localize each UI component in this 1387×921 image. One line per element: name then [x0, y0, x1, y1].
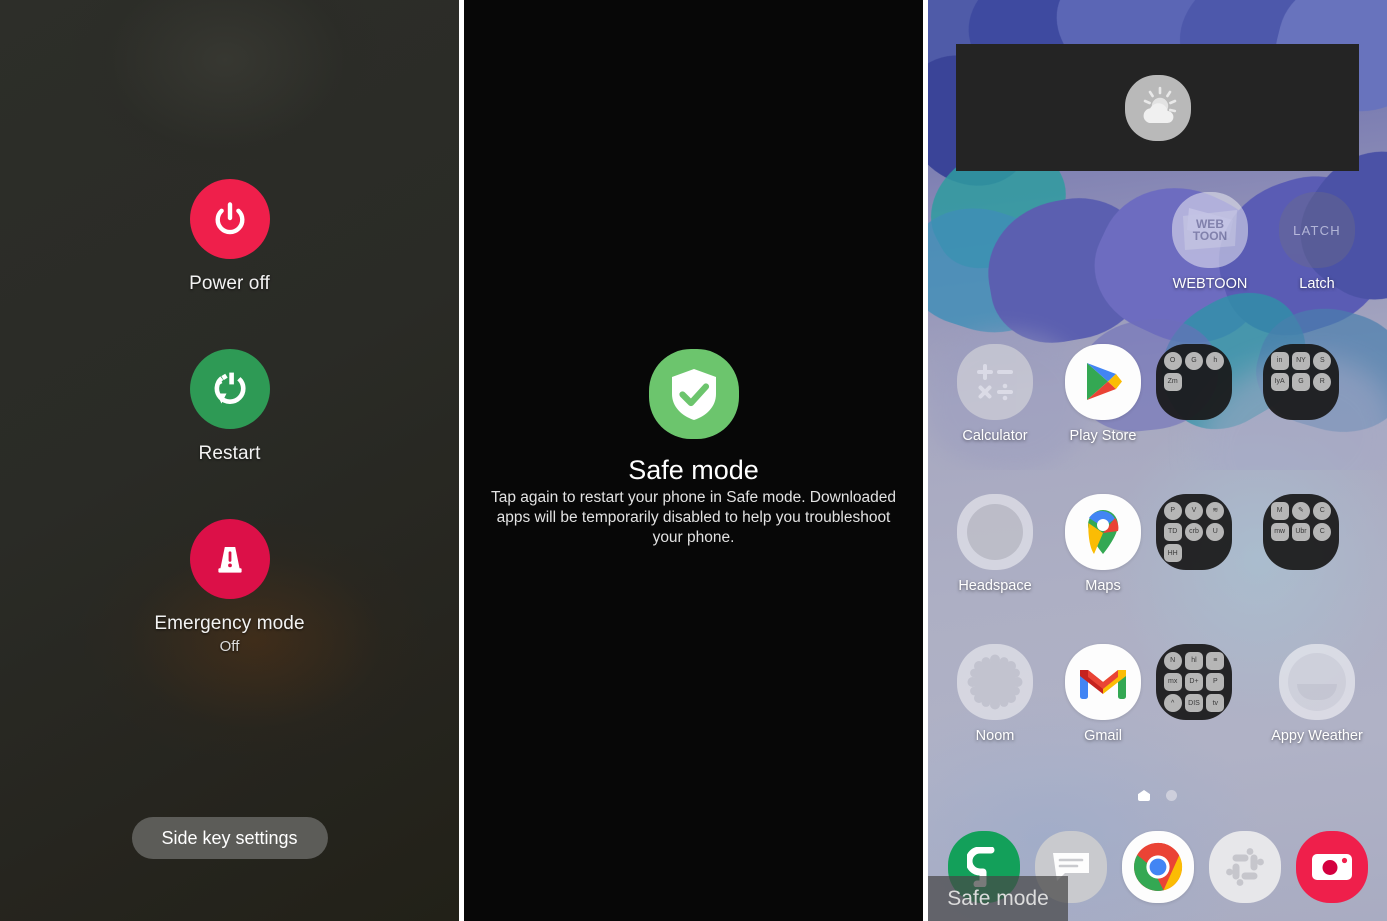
mini-app: U — [1206, 522, 1225, 541]
weather-widget[interactable] — [956, 44, 1359, 171]
mini-app: S — [1313, 351, 1332, 370]
side-key-settings-button[interactable]: Side key settings — [131, 817, 328, 859]
emergency-mode-option[interactable]: Emergency mode Off — [0, 519, 459, 655]
mini-app: N — [1163, 651, 1182, 670]
mini-app: hl — [1184, 651, 1203, 670]
chrome-icon[interactable] — [1121, 831, 1194, 903]
folder-row3-b[interactable]: M ✎ C mw Ubr C — [1263, 494, 1371, 570]
app-label: Maps — [1085, 578, 1121, 594]
app-maps[interactable]: Maps — [1049, 494, 1157, 594]
app-label: Gmail — [1084, 728, 1122, 744]
appy-weather-icon — [1279, 644, 1355, 720]
mini-app: TD — [1163, 522, 1182, 541]
mini-app: O — [1163, 351, 1182, 370]
app-headspace[interactable]: Headspace — [941, 494, 1049, 594]
noom-icon — [957, 644, 1033, 720]
power-icon — [189, 179, 270, 259]
mini-app: h — [1206, 351, 1225, 370]
app-label: Appy Weather — [1271, 728, 1363, 744]
headspace-icon — [957, 494, 1033, 570]
folder-icon: M ✎ C mw Ubr C — [1263, 494, 1339, 570]
mini-app: mx — [1163, 672, 1182, 691]
mini-app: Zm — [1163, 372, 1182, 391]
page-dot[interactable] — [1166, 790, 1177, 801]
webtoon-icon: WEB TOON — [1172, 192, 1248, 268]
latch-icon: LATCH — [1279, 192, 1355, 268]
restart-option[interactable]: Restart — [0, 349, 459, 465]
mini-app: NY — [1291, 351, 1310, 370]
camera-icon[interactable] — [1295, 831, 1368, 903]
mini-app: Ubr — [1291, 522, 1310, 541]
mini-app: tv — [1206, 694, 1225, 713]
folder-row3-a[interactable]: P V ≋ TD crb U HH — [1156, 494, 1264, 570]
emergency-beacon-icon — [189, 519, 270, 599]
mini-app: DIS — [1184, 694, 1203, 713]
calculator-icon — [957, 344, 1033, 420]
safe-mode-description: Tap again to restart your phone in Safe … — [491, 489, 896, 546]
mini-app: ≋ — [1206, 501, 1225, 520]
mini-app: P — [1206, 672, 1225, 691]
app-calculator[interactable]: Calculator — [941, 344, 1049, 444]
power-off-label: Power off — [189, 273, 270, 294]
mini-app: crb — [1184, 522, 1203, 541]
mini-app: G — [1291, 372, 1310, 391]
status-badge: Safe mode — [928, 876, 1068, 921]
app-latch[interactable]: LATCH Latch — [1263, 192, 1371, 292]
mini-app: M — [1270, 501, 1289, 520]
app-play-store[interactable]: Play Store — [1049, 344, 1157, 444]
mini-app: G — [1184, 351, 1203, 370]
power-off-option[interactable]: Power off — [0, 179, 459, 295]
mini-app: IyA — [1270, 372, 1289, 391]
folder-icon: N hl ≡ mx D+ P ^ DIS tv — [1156, 644, 1232, 720]
slack-icon[interactable] — [1208, 831, 1281, 903]
maps-icon — [1065, 494, 1141, 570]
folder-row4-a[interactable]: N hl ≡ mx D+ P ^ DIS tv — [1156, 644, 1264, 720]
app-gmail[interactable]: Gmail — [1049, 644, 1157, 744]
mini-app: mw — [1270, 522, 1289, 541]
emergency-mode-state: Off — [219, 638, 240, 655]
mini-app: C — [1313, 522, 1332, 541]
app-label: Calculator — [962, 428, 1028, 444]
mini-app: V — [1184, 501, 1203, 520]
restart-icon — [189, 349, 270, 429]
mini-app: P — [1163, 501, 1182, 520]
mini-app: HH — [1163, 544, 1182, 563]
gmail-icon — [1065, 644, 1141, 720]
safe-mode-panel: Safe mode Tap again to restart your phon… — [464, 0, 923, 921]
mini-app: ✎ — [1291, 501, 1310, 520]
app-label: WEBTOON — [1172, 276, 1248, 292]
partly-cloudy-icon — [1124, 75, 1191, 141]
folder-icon: in NY S IyA G R — [1263, 344, 1339, 420]
emergency-mode-label: Emergency mode — [154, 613, 305, 634]
home-screen-panel: WEB TOON WEBTOON LATCH Latch Calculator … — [928, 0, 1387, 921]
mini-app: D+ — [1184, 672, 1203, 691]
mini-app: ≡ — [1206, 651, 1225, 670]
safe-mode-title: Safe mode — [628, 455, 759, 485]
power-menu-panel: Power off Restart Emergency mode Off Sid… — [0, 0, 459, 921]
home-icon[interactable] — [1138, 790, 1150, 801]
page-indicator[interactable] — [928, 790, 1387, 801]
play-store-icon — [1065, 344, 1141, 420]
app-noom[interactable]: Noom — [941, 644, 1049, 744]
app-label: Play Store — [1069, 428, 1137, 444]
app-appy-weather[interactable]: Appy Weather — [1263, 644, 1371, 744]
app-label: Noom — [975, 728, 1015, 744]
folder-icon: P V ≋ TD crb U HH — [1156, 494, 1232, 570]
folder-row2-a[interactable]: O G h Zm — [1156, 344, 1264, 420]
folder-icon: O G h Zm — [1156, 344, 1232, 420]
mini-app: C — [1313, 501, 1332, 520]
app-webtoon[interactable]: WEB TOON WEBTOON — [1156, 192, 1264, 292]
mini-app: R — [1313, 372, 1332, 391]
mini-app: ^ — [1163, 694, 1182, 713]
shield-check-icon — [648, 349, 739, 439]
mini-app: in — [1270, 351, 1289, 370]
folder-row2-b[interactable]: in NY S IyA G R — [1263, 344, 1371, 420]
screenshot-root: Power off Restart Emergency mode Off Sid… — [0, 0, 1387, 921]
app-label: Headspace — [958, 578, 1032, 594]
app-label: Latch — [1299, 276, 1335, 292]
restart-label: Restart — [198, 443, 261, 464]
